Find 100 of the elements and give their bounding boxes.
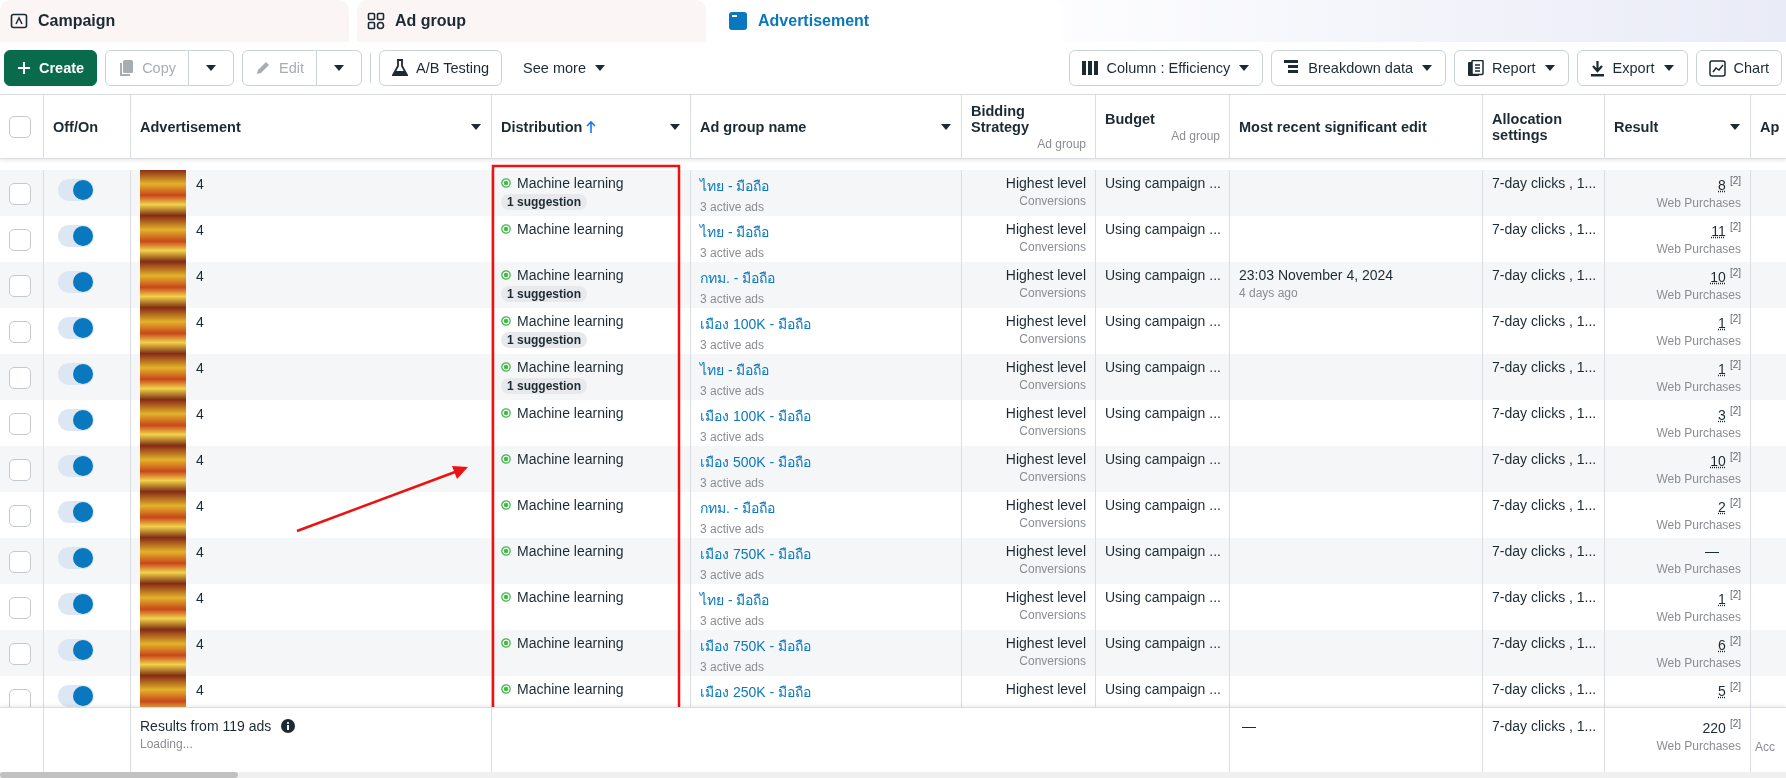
ab-button[interactable]: A/B Testing — [379, 50, 503, 86]
flask-icon — [392, 59, 408, 77]
ad-name[interactable]: 4 — [196, 492, 204, 538]
row-checkbox[interactable] — [9, 689, 31, 707]
tab[interactable]: Ad group — [357, 0, 706, 42]
column-header[interactable]: Budget — [1105, 110, 1220, 127]
ad-name[interactable]: 4 — [196, 216, 204, 262]
select-all-checkbox[interactable] — [9, 115, 31, 138]
status-dot-icon — [501, 546, 511, 556]
delivery-status: Machine learning — [517, 313, 624, 329]
ad-group-link[interactable]: ไทย - มือถือ — [700, 359, 952, 381]
ad-group-link[interactable]: เมือง 750K - มือถือ — [700, 543, 952, 565]
ad-thumbnail-placeholder — [140, 584, 186, 630]
row-checkbox[interactable] — [9, 459, 31, 481]
column-header[interactable]: Ad group name — [700, 118, 807, 135]
ad-thumbnail-placeholder — [140, 446, 186, 492]
toggle-switch[interactable] — [58, 639, 94, 661]
column-header[interactable]: Off/On — [53, 118, 99, 135]
toggle-switch[interactable] — [58, 455, 94, 477]
plus-icon — [17, 61, 31, 75]
result-type: Web Purchases — [1655, 517, 1741, 532]
row-checkbox[interactable] — [9, 643, 31, 665]
ad-group-link[interactable]: เมือง 100K - มือถือ — [700, 313, 952, 335]
footer-cell: 7-day clicks , 1... — [1492, 718, 1597, 734]
column-header[interactable]: Most recent significant edit — [1239, 118, 1427, 135]
toggle-switch[interactable] — [58, 271, 94, 293]
row-checkbox[interactable] — [9, 367, 31, 389]
ad-name[interactable]: 4 — [196, 308, 204, 354]
ad-group-link[interactable]: เมือง 100K - มือถือ — [700, 405, 952, 427]
row-checkbox[interactable] — [9, 413, 31, 435]
bid-goal: Conversions — [1018, 332, 1086, 346]
ad-name[interactable]: 4 — [196, 170, 204, 216]
ad-name[interactable]: 4 — [196, 538, 204, 584]
toggle-switch[interactable] — [58, 317, 94, 339]
ad-group-link[interactable]: ไทย - มือถือ — [700, 589, 952, 611]
row-checkbox[interactable] — [9, 183, 31, 205]
toggle-switch[interactable] — [58, 547, 94, 569]
suggestion-badge[interactable]: 1 suggestion — [501, 332, 587, 348]
active-ads-count: 3 active ads — [700, 568, 766, 582]
ad-group-link[interactable]: ไทย - มือถือ — [700, 175, 952, 197]
breakdown-button[interactable]: Breakdown data — [1271, 50, 1447, 86]
allocation-text: 7-day clicks , 1... — [1492, 635, 1597, 651]
ad-group-link[interactable]: เมือง 250K - มือถือ — [700, 681, 952, 703]
suggestion-badge[interactable]: 1 suggestion — [501, 286, 587, 302]
row-checkbox[interactable] — [9, 551, 31, 573]
active-ads-count: 3 active ads — [700, 200, 766, 214]
row-checkbox[interactable] — [9, 597, 31, 619]
row-checkbox[interactable] — [9, 275, 31, 297]
sort-arrow-icon[interactable] — [586, 119, 597, 134]
ad-name[interactable]: 4 — [196, 584, 204, 630]
tab[interactable]: Campaign — [0, 0, 349, 42]
column-header[interactable]: Distribution — [501, 118, 583, 135]
ad-name[interactable]: 4 — [196, 676, 204, 707]
scrollbar-thumb[interactable] — [0, 772, 238, 778]
delivery-status: Machine learning — [517, 543, 624, 559]
bid-goal: Conversions — [1018, 608, 1086, 622]
copy-icon — [118, 59, 135, 77]
toggle-switch[interactable] — [58, 363, 94, 385]
ad-group-link[interactable]: กทม. - มือถือ — [700, 267, 952, 289]
ad-name[interactable]: 4 — [196, 354, 204, 400]
ad-group-link[interactable]: เมือง 500K - มือถือ — [700, 451, 952, 473]
ad-name[interactable]: 4 — [196, 630, 204, 676]
result-type: Web Purchases — [1655, 655, 1741, 670]
row-checkbox[interactable] — [9, 505, 31, 527]
result-type: Web Purchases — [1655, 738, 1741, 753]
suggestion-badge[interactable]: 1 suggestion — [501, 378, 587, 394]
column-header[interactable]: Ap — [1760, 118, 1780, 135]
edit-date: 23:03 November 4, 2024 — [1239, 267, 1395, 283]
ad-name[interactable]: 4 — [196, 400, 204, 446]
column-header[interactable]: Allocation settings — [1492, 110, 1591, 143]
chart-button[interactable]: Chart — [1695, 50, 1782, 86]
ad-group-link[interactable]: เมือง 750K - มือถือ — [700, 635, 952, 657]
toggle-switch[interactable] — [58, 225, 94, 247]
ad-name[interactable]: 4 — [196, 262, 204, 308]
ad-group-link[interactable]: กทม. - มือถือ — [700, 497, 952, 519]
toggle-switch[interactable] — [58, 501, 94, 523]
status-dot-icon — [501, 224, 511, 234]
active-ads-count: 3 active ads — [700, 292, 766, 306]
create-button[interactable]: Create — [4, 50, 98, 86]
caret-icon — [593, 64, 606, 72]
toggle-switch[interactable] — [58, 179, 94, 201]
column-header[interactable]: Result — [1614, 118, 1659, 135]
allocation-text: 7-day clicks , 1... — [1492, 681, 1597, 697]
active-ads-count: 3 active ads — [700, 522, 766, 536]
suggestion-badge[interactable]: 1 suggestion — [501, 194, 587, 210]
toggle-switch[interactable] — [58, 409, 94, 431]
row-checkbox[interactable] — [9, 321, 31, 343]
export-button[interactable]: Export — [1576, 50, 1688, 86]
allocation-text: 7-day clicks , 1... — [1492, 175, 1597, 191]
row-checkbox[interactable] — [9, 229, 31, 251]
toggle-switch[interactable] — [58, 685, 94, 707]
column-header[interactable]: Bidding Strategy — [971, 102, 1086, 135]
column-header[interactable]: Advertisement — [140, 118, 241, 135]
ad-name[interactable]: 4 — [196, 446, 204, 492]
status-dot-icon — [501, 316, 511, 326]
grid-icon — [367, 12, 385, 30]
ad-group-link[interactable]: ไทย - มือถือ — [700, 221, 952, 243]
column-button[interactable]: Column : Efficiency — [1069, 50, 1264, 86]
toggle-switch[interactable] — [58, 593, 94, 615]
report-button[interactable]: Report — [1454, 50, 1569, 86]
